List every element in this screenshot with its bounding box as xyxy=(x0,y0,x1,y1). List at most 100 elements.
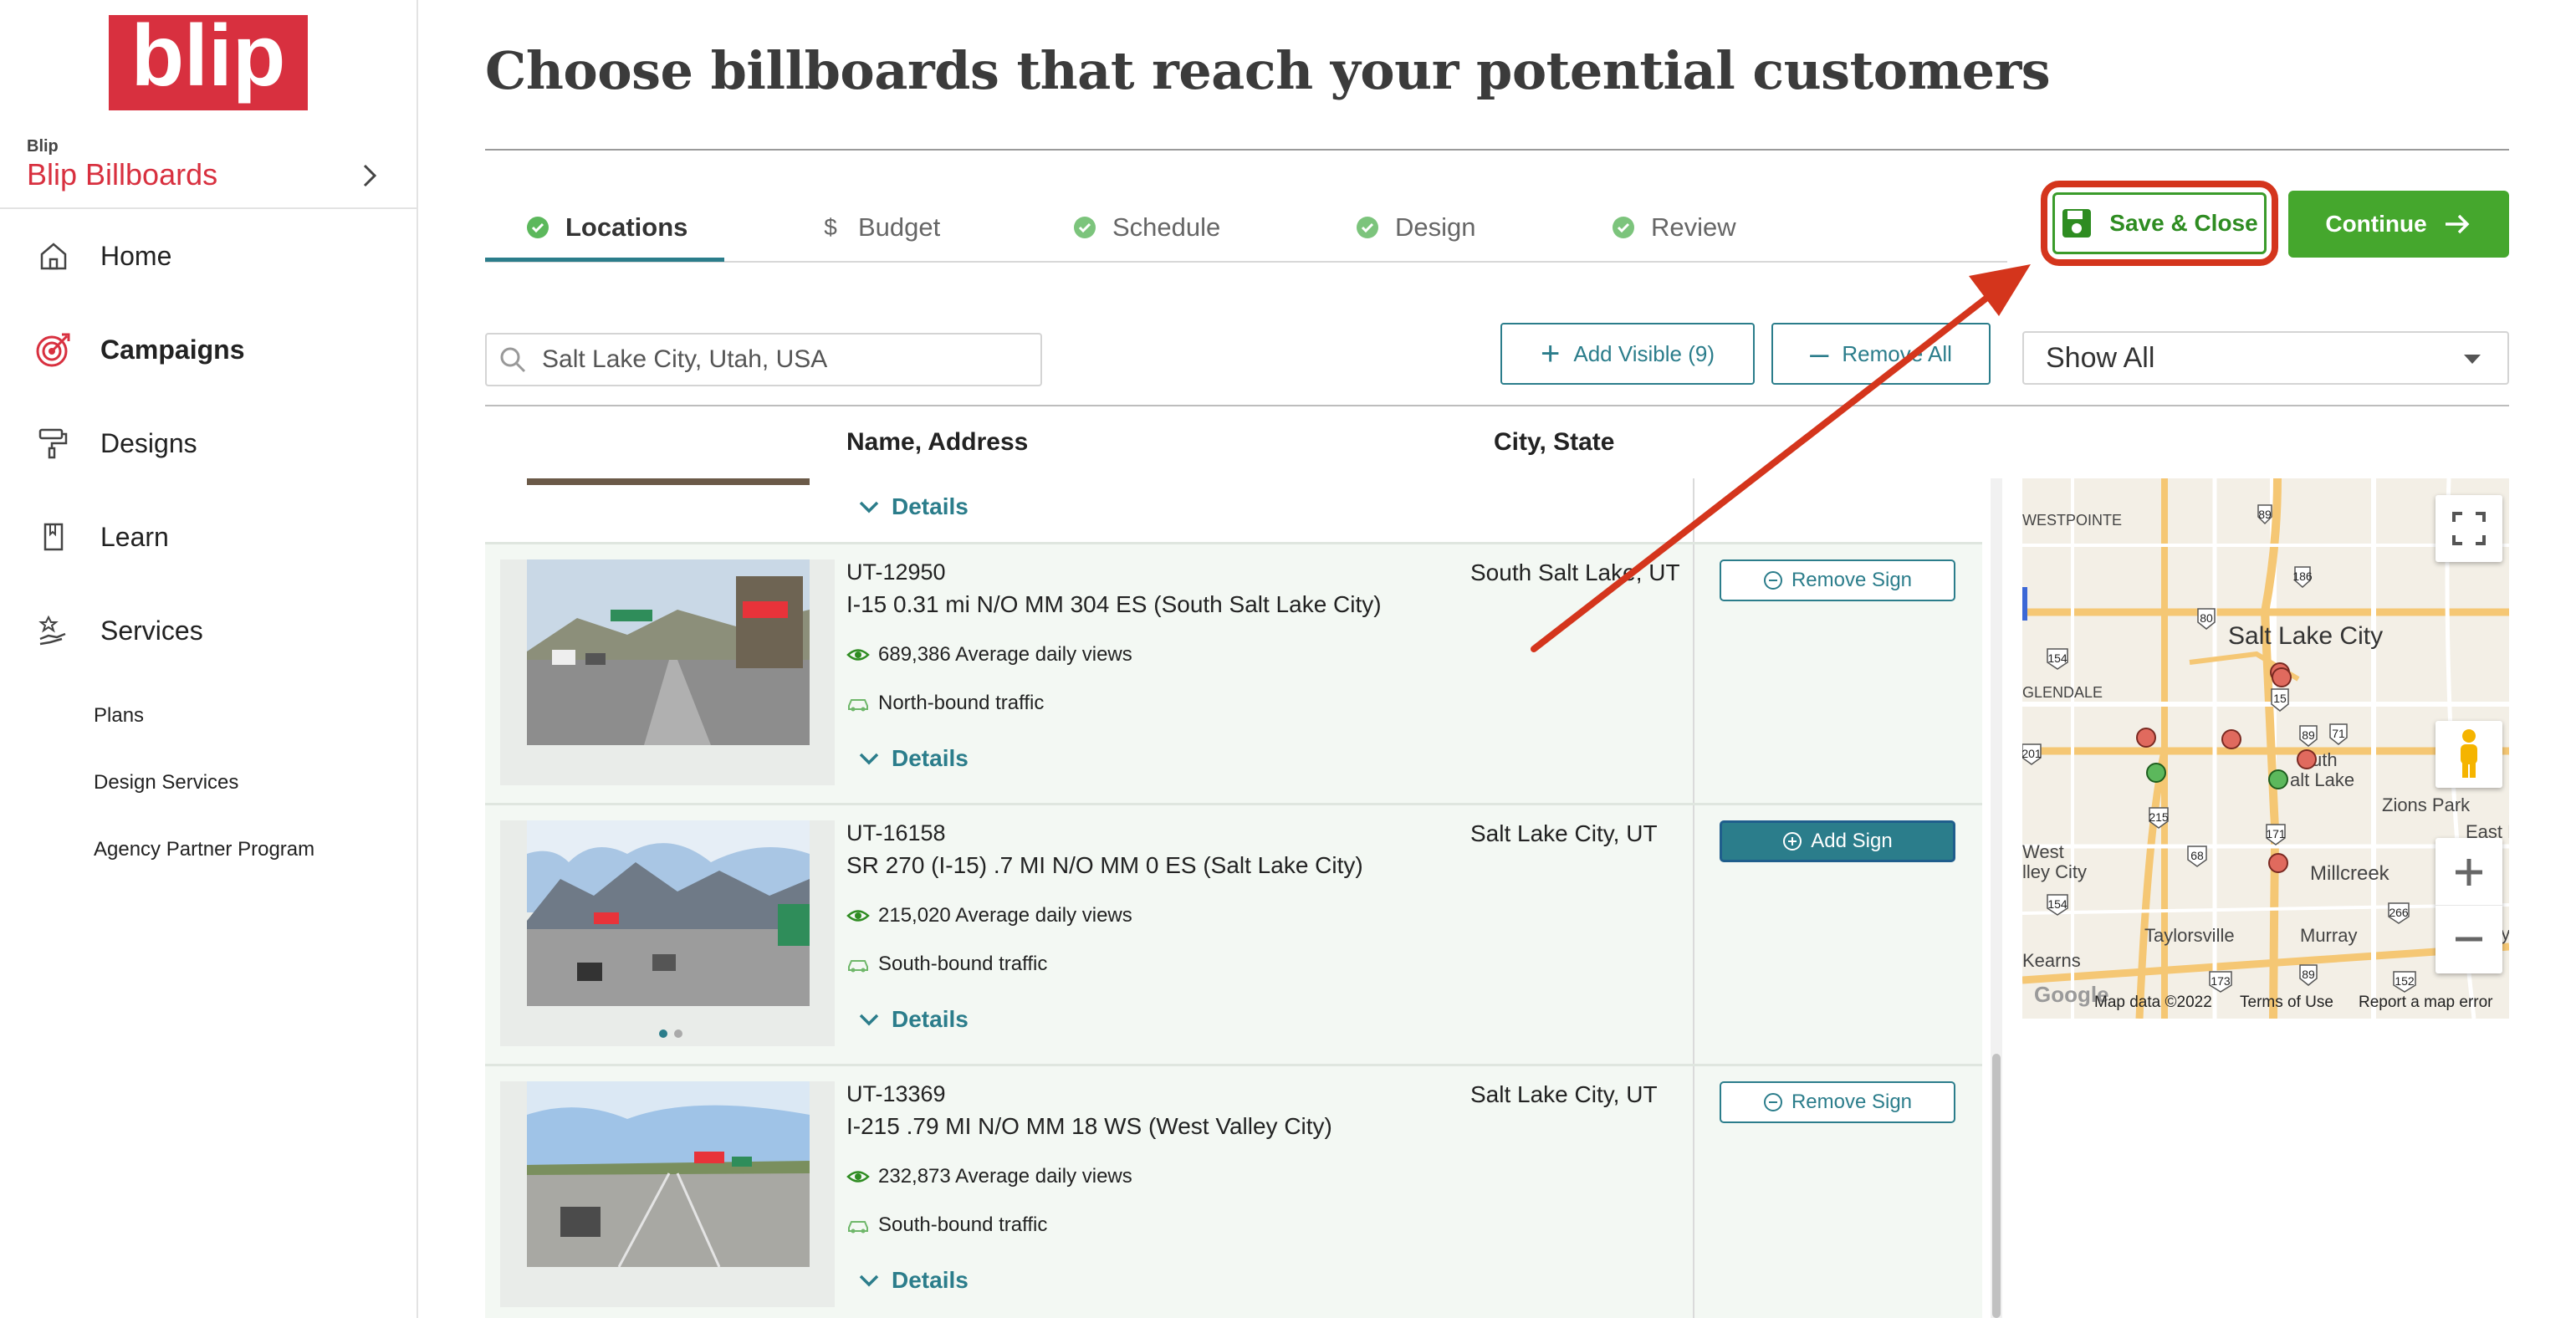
logo-text: blip xyxy=(131,15,286,105)
filter-divider xyxy=(485,405,2509,406)
add-visible-button[interactable]: + Add Visible (9) xyxy=(1500,323,1755,385)
show-filter-select[interactable]: Show All xyxy=(2022,331,2509,385)
map-label-westpointe: WESTPOINTE xyxy=(2022,512,2122,529)
map-data-attribution: Map data ©2022 xyxy=(2094,994,2212,1011)
nav-campaigns[interactable]: Campaigns xyxy=(33,324,244,375)
map-marker-available[interactable] xyxy=(2268,769,2288,789)
map-terms-link[interactable]: Terms of Use xyxy=(2240,994,2333,1012)
add-visible-label: Add Visible (9) xyxy=(1573,340,1715,366)
location-search[interactable] xyxy=(485,333,1042,386)
map-marker-selected[interactable] xyxy=(2136,728,2156,748)
remove-sign-button[interactable]: Remove Sign xyxy=(1720,1081,1955,1123)
zoom-in-button[interactable] xyxy=(2435,839,2502,906)
route-number: 89 xyxy=(2258,508,2272,521)
map-marker-available[interactable] xyxy=(2146,763,2166,783)
map-marker-selected[interactable] xyxy=(2297,749,2317,769)
daily-views-text: 232,873 Average daily views xyxy=(878,1165,1132,1188)
nav-designs[interactable]: Designs xyxy=(33,418,197,468)
route-number: 89 xyxy=(2302,728,2315,742)
carousel-dot-active[interactable] xyxy=(659,1029,667,1038)
tab-label: Locations xyxy=(565,212,688,242)
check-circle-icon xyxy=(1355,215,1380,240)
billboard-thumbnail[interactable] xyxy=(527,559,810,745)
fullscreen-button[interactable] xyxy=(2435,495,2502,562)
sub-nav-agency-partner[interactable]: Agency Partner Program xyxy=(94,838,314,861)
map-label-salt-lake-city: Salt Lake City xyxy=(2228,622,2383,650)
column-divider xyxy=(1693,1066,1694,1318)
list-scrollbar-thumb[interactable] xyxy=(1992,1054,2001,1318)
daily-views: 689,386 Average daily views xyxy=(846,643,1132,667)
street-view-button[interactable] xyxy=(2435,721,2502,788)
map-marker-selected[interactable] xyxy=(2268,853,2288,873)
plus-circle-icon xyxy=(1783,832,1802,851)
save-close-highlight: Save & Close xyxy=(2041,181,2278,266)
carousel-dot[interactable] xyxy=(674,1029,682,1038)
details-label: Details xyxy=(892,1267,969,1293)
nav-services[interactable]: Services xyxy=(33,605,203,656)
billboard-address: SR 270 (I-15) .7 MI N/O MM 0 ES (Salt La… xyxy=(846,852,1363,878)
route-number: 201 xyxy=(2022,747,2042,760)
target-icon xyxy=(33,330,74,370)
route-number: 266 xyxy=(2389,906,2409,919)
step-tabs: Locations $ Budget Schedule Design Revie… xyxy=(485,191,1991,264)
title-divider xyxy=(485,149,2509,151)
zoom-out-button[interactable] xyxy=(2435,906,2502,973)
search-icon xyxy=(500,347,526,373)
blip-logo[interactable]: blip xyxy=(109,15,308,110)
route-number: 152 xyxy=(2395,974,2415,988)
chevron-right-icon[interactable] xyxy=(358,161,381,191)
map-marker-selected[interactable] xyxy=(2221,729,2241,749)
add-sign-button[interactable]: Add Sign xyxy=(1720,820,1955,862)
nav-services-label: Services xyxy=(100,615,203,646)
route-number: 15 xyxy=(2273,692,2287,705)
floppy-disk-icon xyxy=(2062,209,2092,238)
account-name[interactable]: Blip Billboards xyxy=(27,157,217,192)
billboard-city: Salt Lake City, UT xyxy=(1470,1081,1658,1107)
details-toggle[interactable]: Details xyxy=(858,493,969,520)
tab-label: Budget xyxy=(858,212,941,242)
nav-home[interactable]: Home xyxy=(33,231,171,281)
map-marker-selected[interactable] xyxy=(2272,667,2292,687)
minus-icon xyxy=(2456,937,2482,942)
tab-design[interactable]: Design xyxy=(1355,191,1476,264)
plus-icon xyxy=(2456,858,2482,886)
tab-schedule[interactable]: Schedule xyxy=(1072,191,1220,264)
billboard-thumbnail[interactable] xyxy=(527,1081,810,1267)
dollar-icon: $ xyxy=(824,214,837,240)
nav-campaigns-label: Campaigns xyxy=(100,334,245,365)
details-toggle[interactable]: Details xyxy=(858,1267,969,1294)
search-input[interactable] xyxy=(542,345,1010,374)
check-circle-icon xyxy=(525,215,550,240)
eye-icon xyxy=(846,649,870,661)
details-label: Details xyxy=(892,493,969,519)
chevron-down-icon xyxy=(859,1014,879,1026)
sub-nav-design-services[interactable]: Design Services xyxy=(94,771,238,794)
tab-budget[interactable]: $ Budget xyxy=(818,191,940,264)
details-toggle[interactable]: Details xyxy=(858,745,969,772)
nav-learn[interactable]: Learn xyxy=(33,512,169,562)
zoom-controls[interactable] xyxy=(2435,838,2502,973)
sub-nav-plans[interactable]: Plans xyxy=(94,704,144,728)
tab-locations[interactable]: Locations xyxy=(525,191,687,264)
carousel-dots[interactable] xyxy=(659,1029,689,1038)
remove-all-button[interactable]: – Remove All xyxy=(1771,323,1991,385)
remove-sign-button[interactable]: Remove Sign xyxy=(1720,559,1955,601)
minus-circle-icon xyxy=(1763,571,1782,590)
traffic-direction: South-bound traffic xyxy=(846,1213,1047,1237)
billboard-thumbnail[interactable] xyxy=(527,820,810,1006)
tab-review[interactable]: Review xyxy=(1611,191,1736,264)
route-number: 89 xyxy=(2302,968,2315,981)
table-row: UT-13369 I-215 .79 MI N/O MM 18 WS (West… xyxy=(485,1064,1982,1318)
billboard-map[interactable]: 89 186 80 154 15 89 71 201 215 68 171 26… xyxy=(2022,478,2509,1019)
billboard-code: UT-16158 xyxy=(846,820,946,845)
column-divider xyxy=(1693,544,1694,803)
map-label-zions-park: Zions Park xyxy=(2382,794,2471,815)
plus-icon: + xyxy=(1541,335,1561,372)
details-toggle[interactable]: Details xyxy=(858,1006,969,1033)
header-city-state: City, State xyxy=(1494,428,1615,456)
continue-button[interactable]: Continue xyxy=(2288,191,2509,258)
save-close-button[interactable]: Save & Close xyxy=(2052,192,2267,254)
details-label: Details xyxy=(892,745,969,771)
traffic-text: South-bound traffic xyxy=(878,953,1048,975)
map-report-error-link[interactable]: Report a map error xyxy=(2359,994,2493,1012)
